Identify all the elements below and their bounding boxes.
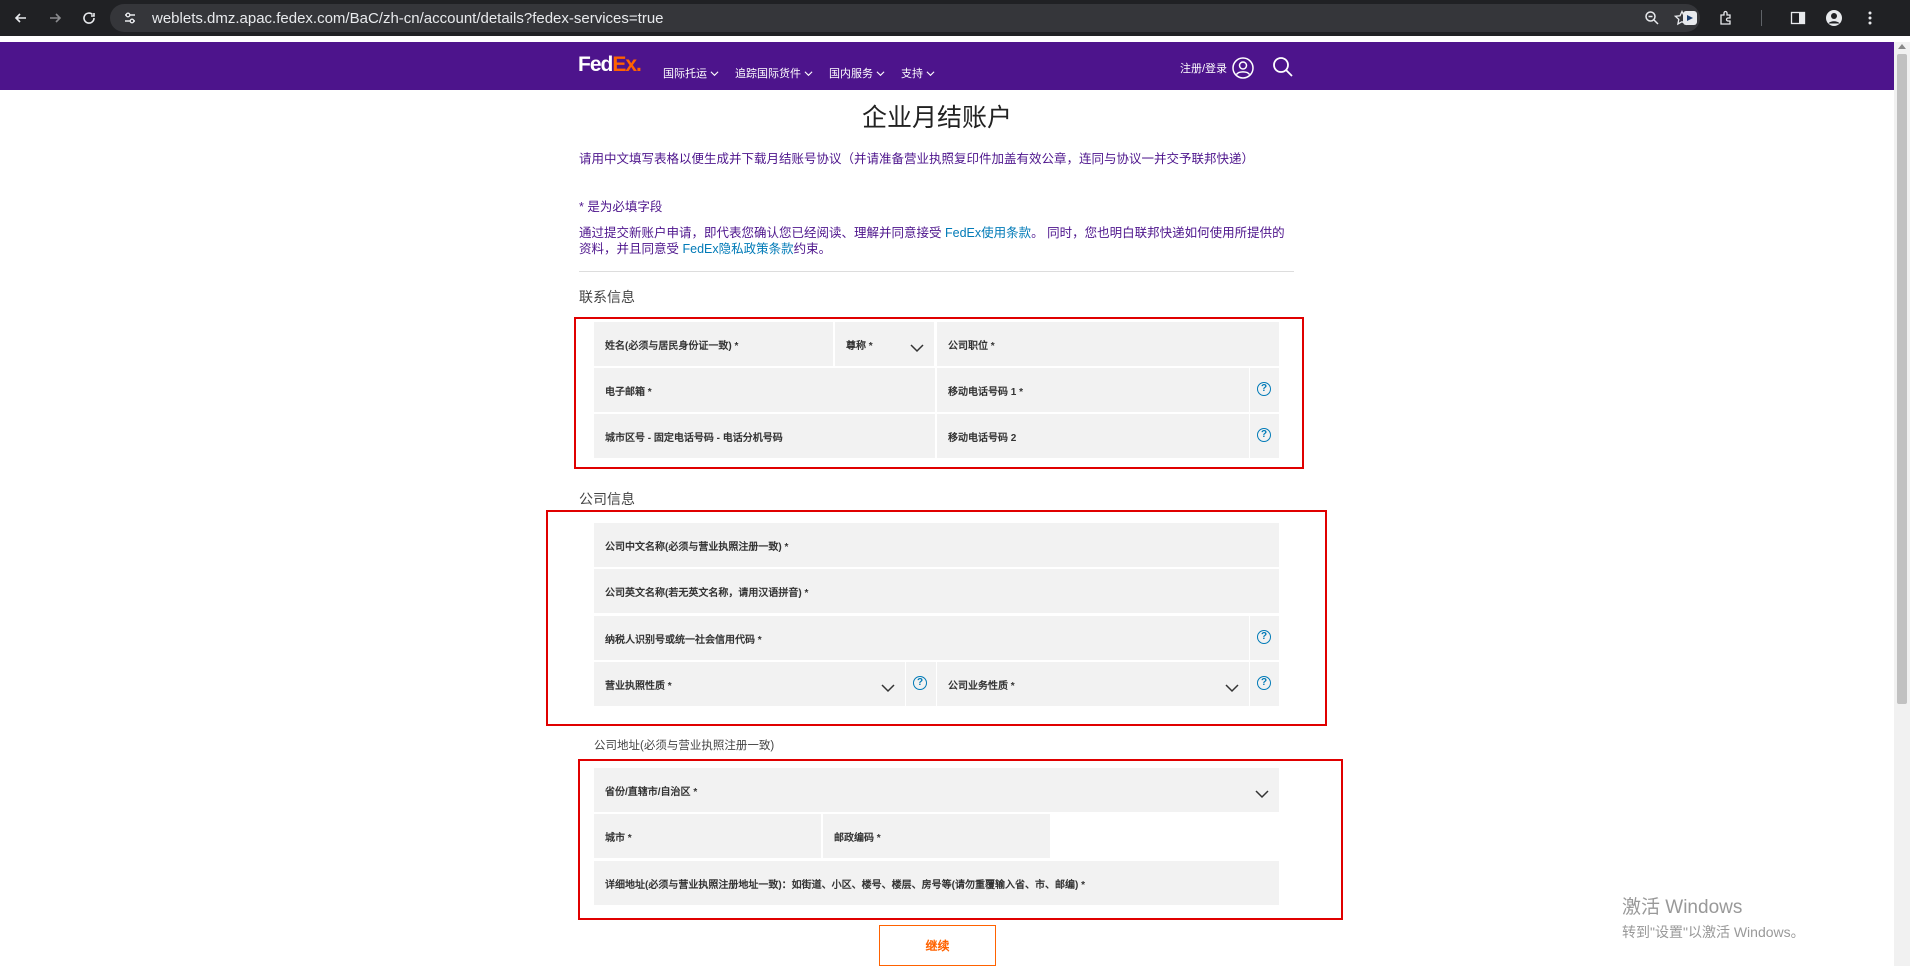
landline-field[interactable]: 城市区号 - 固定电话号码 - 电话分机号码 — [594, 414, 935, 458]
menu-item-tracking[interactable]: 追踪国际货件 — [735, 65, 813, 81]
search-icon — [1273, 57, 1293, 77]
forward-button[interactable] — [42, 5, 68, 31]
mobile1-field[interactable]: 移动电话号码 1 * — [937, 368, 1249, 412]
continue-button[interactable]: 继续 — [879, 925, 996, 966]
chevron-down-icon — [926, 70, 935, 76]
browser-toolbar: weblets.dmz.apac.fedex.com/BaC/zh-cn/acc… — [0, 0, 1910, 36]
search-button[interactable] — [1272, 56, 1294, 83]
extension-icon[interactable] — [1680, 8, 1700, 28]
address-bar[interactable]: weblets.dmz.apac.fedex.com/BaC/zh-cn/acc… — [110, 4, 1700, 32]
license-type-select[interactable]: 营业执照性质 * — [594, 662, 905, 706]
divider — [579, 271, 1294, 272]
address-section-title: 公司地址(必须与营业执照注册一致) — [594, 740, 775, 752]
zoom-icon[interactable] — [1642, 8, 1662, 28]
side-panel-icon[interactable] — [1788, 8, 1808, 28]
privacy-policy-link[interactable]: FedEx隐私政策条款 — [682, 242, 793, 256]
reload-button[interactable] — [76, 5, 102, 31]
reload-icon — [83, 12, 95, 24]
chevron-down-icon — [910, 344, 924, 353]
terms-text: 通过提交新账户申请，即代表您确认您已经阅读、理解并同意接受 FedEx使用条款。… — [579, 226, 1285, 256]
url-text[interactable]: weblets.dmz.apac.fedex.com/BaC/zh-cn/acc… — [152, 10, 664, 27]
windows-activation-watermark: 激活 Windows 转到"设置"以激活 Windows。 — [1622, 897, 1805, 940]
arrow-right-icon — [50, 13, 62, 23]
required-note: * 是为必填字段 — [579, 200, 663, 214]
email-field[interactable]: 电子邮箱 * — [594, 368, 935, 412]
mobile2-help-cell: ? — [1250, 414, 1279, 458]
position-field[interactable]: 公司职位 * — [937, 322, 1279, 366]
help-icon[interactable]: ? — [1257, 630, 1271, 644]
arrow-left-icon — [14, 13, 26, 23]
menu-item-support[interactable]: 支持 — [901, 65, 935, 81]
chevron-down-icon — [710, 70, 719, 76]
help-icon[interactable]: ? — [1257, 382, 1271, 396]
site-info-button[interactable] — [116, 4, 144, 32]
license-type-help-cell: ? — [906, 662, 936, 706]
help-icon[interactable]: ? — [1257, 676, 1271, 690]
detail-address-field[interactable]: 详细地址(必须与营业执照注册地址一致)：如街道、小区、楼号、楼层、房号等(请勿重… — [594, 861, 1279, 905]
intro-text: 请用中文填写表格以便生成并下载月结账号协议（并请准备营业执照复印件加盖有效公章，… — [579, 152, 1255, 166]
menu-item-international-shipping[interactable]: 国际托运 — [663, 65, 719, 81]
profile-icon[interactable] — [1824, 8, 1844, 28]
company-name-en-field[interactable]: 公司英文名称(若无英文名称，请用汉语拼音) * — [594, 569, 1279, 613]
company-name-cn-field[interactable]: 公司中文名称(必须与营业执照注册一致) * — [594, 523, 1279, 567]
back-button[interactable] — [8, 5, 34, 31]
contact-section-title: 联系信息 — [579, 289, 635, 305]
user-icon — [1232, 57, 1254, 79]
scroll-thumb[interactable] — [1897, 54, 1907, 704]
company-section-title: 公司信息 — [579, 491, 635, 507]
fedex-header: FedEx. 国际托运 追踪国际货件 国内服务 支持 注册/登录 — [0, 42, 1894, 90]
chevron-down-icon — [1225, 684, 1239, 693]
salutation-select[interactable]: 尊称 * — [835, 322, 934, 366]
terms-of-use-link[interactable]: FedEx使用条款 — [945, 226, 1031, 240]
menu-dots-icon[interactable] — [1860, 8, 1880, 28]
menu-item-domestic[interactable]: 国内服务 — [829, 65, 885, 81]
help-icon[interactable]: ? — [913, 676, 927, 690]
province-select[interactable]: 省份/直辖市/自治区 * — [594, 768, 1279, 812]
chevron-down-icon — [1255, 790, 1269, 799]
login-button[interactable]: 注册/登录 — [1180, 57, 1254, 79]
tax-id-help-cell: ? — [1250, 616, 1279, 660]
chevron-down-icon — [881, 684, 895, 693]
chevron-down-icon — [804, 70, 813, 76]
page-scrollbar[interactable] — [1894, 42, 1910, 966]
business-type-select[interactable]: 公司业务性质 * — [937, 662, 1249, 706]
page-title: 企业月结账户 — [861, 104, 1012, 132]
name-field[interactable]: 姓名(必须与居民身份证一致) * — [594, 322, 833, 366]
postal-code-field[interactable]: 邮政编码 * — [823, 814, 1050, 858]
main-menu: 国际托运 追踪国际货件 国内服务 支持 — [663, 65, 951, 81]
business-type-help-cell: ? — [1250, 662, 1279, 706]
tax-id-field[interactable]: 纳税人识别号或统一社会信用代码 * — [594, 616, 1249, 660]
scroll-up-arrow[interactable] — [1898, 44, 1906, 49]
city-field[interactable]: 城市 * — [594, 814, 821, 858]
divider-icon — [1752, 8, 1772, 28]
tune-icon — [125, 12, 135, 24]
mobile1-help-cell: ? — [1250, 368, 1279, 412]
help-icon[interactable]: ? — [1257, 428, 1271, 442]
chevron-down-icon — [876, 70, 885, 76]
fedex-logo[interactable]: FedEx. — [578, 53, 642, 77]
mobile2-field[interactable]: 移动电话号码 2 — [937, 414, 1249, 458]
puzzle-icon[interactable] — [1716, 8, 1736, 28]
